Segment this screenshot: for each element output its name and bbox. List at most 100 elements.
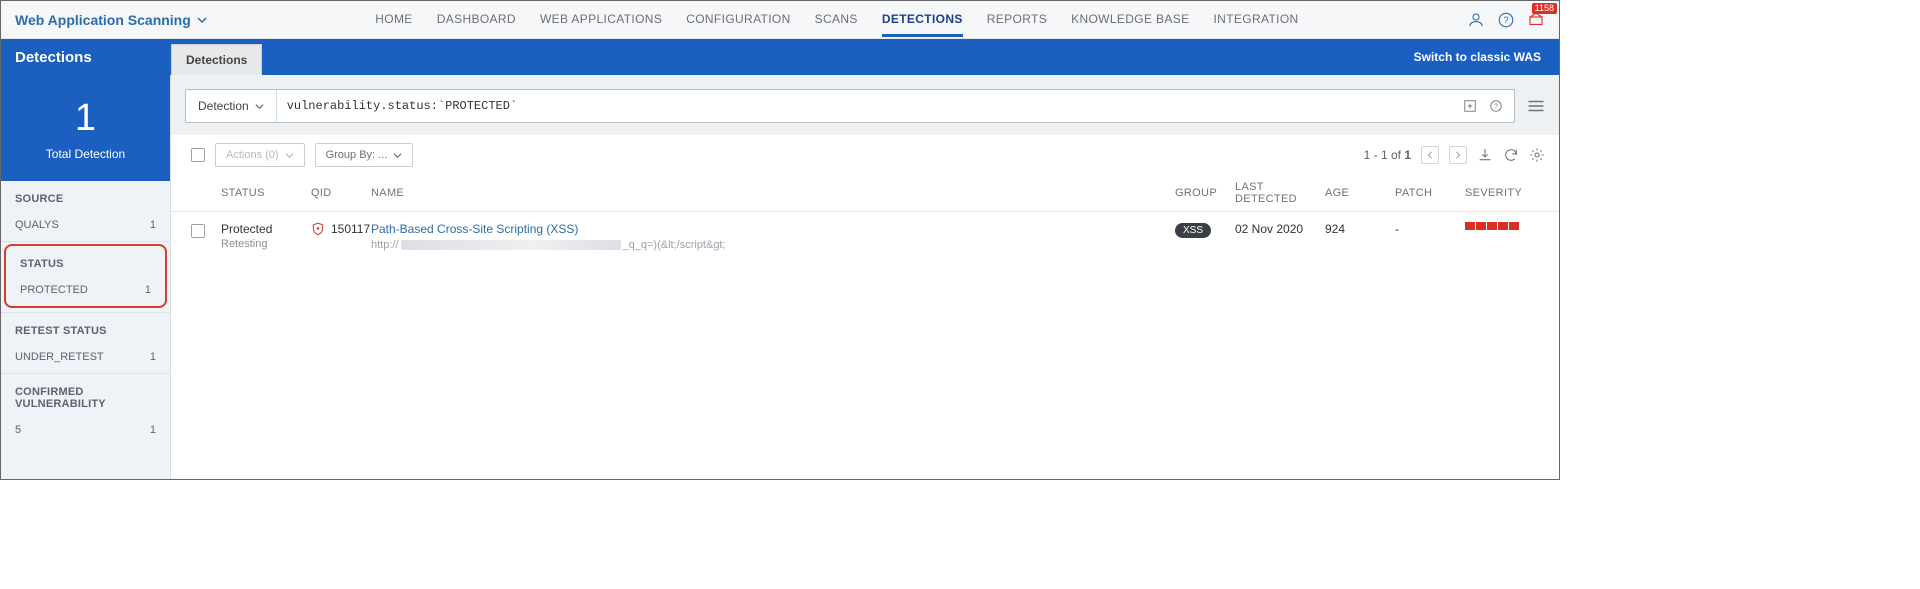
col-status[interactable]: STATUS xyxy=(221,187,311,199)
actions-label: Actions (0) xyxy=(226,149,279,161)
search-row: Detection vulnerability.status:`PROTECTE… xyxy=(171,75,1559,135)
status-value: Protected xyxy=(221,222,311,236)
nav-home[interactable]: HOME xyxy=(375,2,412,37)
facet-count: 1 xyxy=(150,424,156,436)
nav-knowledge-base[interactable]: KNOWLEDGE BASE xyxy=(1071,2,1189,37)
group-pill: XSS xyxy=(1175,223,1211,238)
search-mode-dropdown[interactable]: Detection xyxy=(186,90,277,122)
facet-count: 1 xyxy=(150,351,156,363)
toggle-filters-icon[interactable] xyxy=(1527,99,1545,113)
page-title: Detections xyxy=(1,49,171,66)
col-name[interactable]: NAME xyxy=(371,187,1175,199)
settings-icon[interactable] xyxy=(1529,147,1545,163)
chevron-down-icon xyxy=(393,151,402,160)
chevron-down-icon xyxy=(255,102,264,111)
main-nav: HOME DASHBOARD WEB APPLICATIONS CONFIGUR… xyxy=(221,2,1453,37)
cell-status: Protected Retesting xyxy=(221,222,311,250)
facet-item-protected[interactable]: PROTECTED 1 xyxy=(6,276,165,304)
app-name: Web Application Scanning xyxy=(15,12,191,28)
cell-last-detected: 02 Nov 2020 xyxy=(1235,222,1325,236)
detection-name-link[interactable]: Path-Based Cross-Site Scripting (XSS) xyxy=(371,222,1175,236)
search-mode-label: Detection xyxy=(198,99,249,113)
refresh-icon[interactable] xyxy=(1503,147,1519,163)
pager: 1 - 1 of 1 xyxy=(1364,146,1545,164)
shield-alert-icon xyxy=(311,222,325,236)
chevron-down-icon xyxy=(197,15,207,25)
cell-group: XSS xyxy=(1175,222,1235,238)
pager-range: 1 - 1 of 1 xyxy=(1364,148,1411,162)
facet-sidebar: 1 Total Detection SOURCE QUALYS 1 STATUS… xyxy=(1,75,171,479)
search-help-icon[interactable]: ? xyxy=(1488,98,1504,114)
svg-text:?: ? xyxy=(1494,103,1498,110)
facet-label: PROTECTED xyxy=(20,284,88,296)
redacted-host xyxy=(401,240,621,250)
facet-head-status: STATUS xyxy=(6,246,165,276)
user-icon[interactable] xyxy=(1467,11,1485,29)
search-input[interactable]: vulnerability.status:`PROTECTED` xyxy=(277,90,1452,122)
col-qid[interactable]: QID xyxy=(311,187,371,199)
subtabs: Detections xyxy=(171,39,262,75)
cell-name: Path-Based Cross-Site Scripting (XSS) ht… xyxy=(371,222,1175,251)
cell-severity xyxy=(1465,222,1545,230)
svg-text:?: ? xyxy=(1503,15,1508,25)
facet-head-retest: RETEST STATUS xyxy=(1,313,170,343)
severity-bars-5 xyxy=(1465,222,1545,230)
app-switcher[interactable]: Web Application Scanning xyxy=(15,12,207,28)
page-header-bar: Detections Detections Switch to classic … xyxy=(1,39,1559,75)
facet-label: 5 xyxy=(15,424,21,436)
top-icons: ? 1158 xyxy=(1467,11,1545,29)
row-checkbox[interactable] xyxy=(191,224,205,238)
pager-prev[interactable] xyxy=(1421,146,1439,164)
search-box: Detection vulnerability.status:`PROTECTE… xyxy=(185,89,1515,123)
col-last-detected[interactable]: LAST DETECTED xyxy=(1235,181,1325,205)
nav-web-applications[interactable]: WEB APPLICATIONS xyxy=(540,2,662,37)
nav-configuration[interactable]: CONFIGURATION xyxy=(686,2,790,37)
group-by-button[interactable]: Group By: ... xyxy=(315,143,414,167)
facet-group-status-highlight: STATUS PROTECTED 1 xyxy=(4,244,167,308)
notifications-icon[interactable]: 1158 xyxy=(1527,11,1545,29)
actions-button[interactable]: Actions (0) xyxy=(215,143,305,167)
help-icon[interactable]: ? xyxy=(1497,11,1515,29)
total-detection-box: 1 Total Detection xyxy=(1,75,170,181)
table-row[interactable]: Protected Retesting 150117 Path-Based Cr… xyxy=(171,212,1559,261)
pager-next[interactable] xyxy=(1449,146,1467,164)
col-patch[interactable]: PATCH xyxy=(1395,187,1465,199)
nav-reports[interactable]: REPORTS xyxy=(987,2,1047,37)
subtab-detections[interactable]: Detections xyxy=(171,44,262,75)
search-actions: ? xyxy=(1452,90,1514,122)
table-header: STATUS QID NAME GROUP LAST DETECTED AGE … xyxy=(171,175,1559,212)
facet-item-sev5[interactable]: 5 1 xyxy=(1,416,170,444)
status-sub: Retesting xyxy=(221,238,311,250)
nav-detections[interactable]: DETECTIONS xyxy=(882,2,963,37)
notifications-badge: 1158 xyxy=(1532,3,1557,14)
nav-dashboard[interactable]: DASHBOARD xyxy=(437,2,516,37)
add-filter-icon[interactable] xyxy=(1462,98,1478,114)
facet-head-confirmed: CONFIRMED VULNERABILITY xyxy=(1,374,170,416)
cell-qid: 150117 xyxy=(311,222,371,236)
col-age[interactable]: AGE xyxy=(1325,187,1395,199)
group-by-label: Group By: ... xyxy=(326,149,388,161)
facet-item-qualys[interactable]: QUALYS 1 xyxy=(1,211,170,239)
download-icon[interactable] xyxy=(1477,147,1493,163)
col-severity[interactable]: SEVERITY xyxy=(1465,187,1545,199)
search-query-text: vulnerability.status:`PROTECTED` xyxy=(287,99,517,113)
facet-head-source: SOURCE xyxy=(1,181,170,211)
nav-integration[interactable]: INTEGRATION xyxy=(1213,2,1298,37)
qid-value: 150117 xyxy=(331,222,370,236)
facet-label: UNDER_RETEST xyxy=(15,351,104,363)
top-bar: Web Application Scanning HOME DASHBOARD … xyxy=(1,1,1559,39)
col-group[interactable]: GROUP xyxy=(1175,187,1235,199)
cell-age: 924 xyxy=(1325,222,1395,236)
nav-scans[interactable]: SCANS xyxy=(815,2,858,37)
facet-item-under-retest[interactable]: UNDER_RETEST 1 xyxy=(1,343,170,371)
facet-count: 1 xyxy=(150,219,156,231)
total-label: Total Detection xyxy=(1,147,170,161)
detection-url: http://_q_q=)(&lt;/script&gt; xyxy=(371,239,1175,251)
chevron-down-icon xyxy=(285,151,294,160)
switch-classic-link[interactable]: Switch to classic WAS xyxy=(1414,50,1559,64)
select-all-checkbox[interactable] xyxy=(191,148,205,162)
total-count: 1 xyxy=(1,99,170,137)
cell-patch: - xyxy=(1395,222,1465,236)
main-content: Detection vulnerability.status:`PROTECTE… xyxy=(171,75,1559,479)
facet-label: QUALYS xyxy=(15,219,59,231)
